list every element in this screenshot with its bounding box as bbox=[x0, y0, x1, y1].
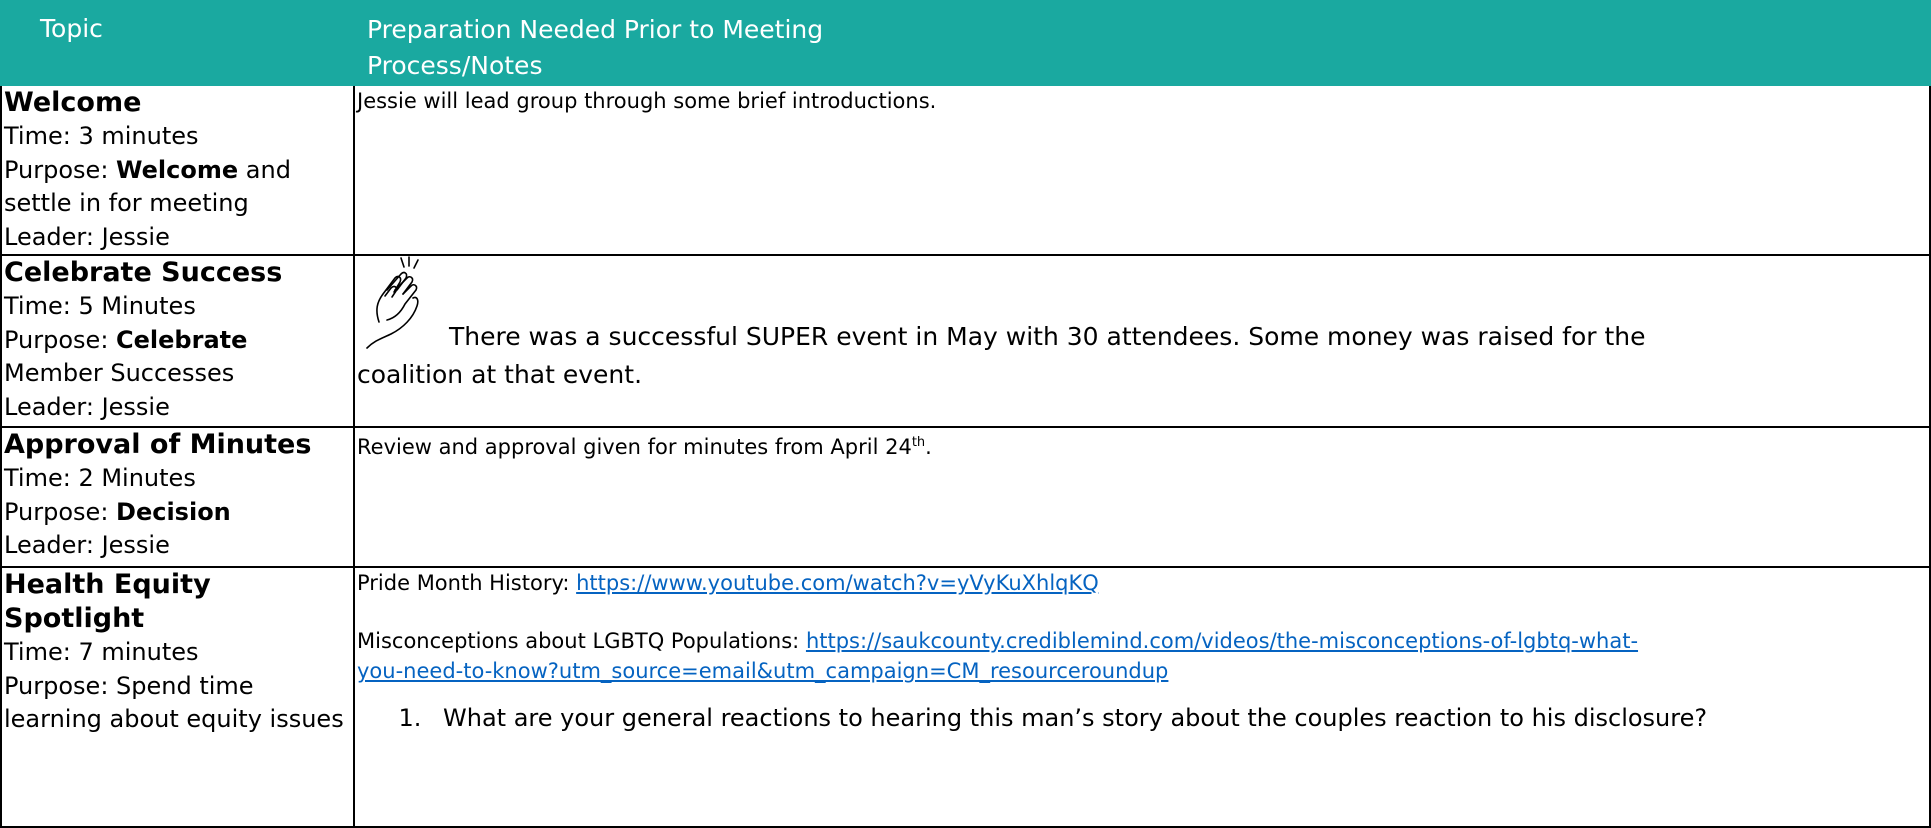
topic-leader: Leader: Jessie bbox=[4, 222, 170, 251]
preparation-header-line2: Process/Notes bbox=[367, 51, 543, 80]
topic-cell: Celebrate Success Time: 5 Minutes Purpos… bbox=[0, 254, 355, 428]
topic-leader: Leader: Jessie bbox=[4, 531, 170, 559]
preparation-header: Preparation Needed Prior to Meeting Proc… bbox=[353, 0, 1931, 86]
topic-cell: Welcome Time: 3 minutes Purpose: Welcome… bbox=[0, 84, 355, 256]
agenda-row-welcome: Welcome Time: 3 minutes Purpose: Welcome… bbox=[0, 84, 1931, 256]
topic-purpose: Purpose: Spend time learning about equit… bbox=[4, 671, 344, 734]
topic-purpose: Purpose: Decision bbox=[4, 497, 231, 526]
notes-text: Review and approval given for minutes fr… bbox=[357, 435, 932, 459]
notes-cell: There was a successful SUPER event in Ma… bbox=[353, 254, 1931, 428]
topic-title: Welcome bbox=[4, 87, 142, 118]
topic-time: Time: 3 minutes bbox=[4, 122, 199, 150]
topic-time: Time: 2 Minutes bbox=[4, 464, 196, 492]
notes-cell: Pride Month History: https://www.youtube… bbox=[353, 566, 1931, 828]
celebration-note-line1: There was a successful SUPER event in Ma… bbox=[449, 322, 1646, 351]
celebration-note: There was a successful SUPER event in Ma… bbox=[357, 256, 1929, 356]
agenda-row-health-equity: Health Equity Spotlight Time: 7 minutes … bbox=[0, 566, 1931, 828]
header-row: Topic Preparation Needed Prior to Meetin… bbox=[0, 0, 1931, 86]
notes-cell: Review and approval given for minutes fr… bbox=[353, 426, 1931, 568]
agenda-row-approval: Approval of Minutes Time: 2 Minutes Purp… bbox=[0, 426, 1931, 568]
topic-title: Health Equity Spotlight bbox=[4, 569, 211, 634]
topic-header: Topic bbox=[0, 0, 355, 86]
topic-title: Approval of Minutes bbox=[4, 429, 312, 460]
agenda-table: Topic Preparation Needed Prior to Meetin… bbox=[0, 0, 1931, 828]
clapping-hands-icon bbox=[361, 256, 449, 356]
agenda-row-celebrate: Celebrate Success Time: 5 Minutes Purpos… bbox=[0, 254, 1931, 428]
notes-cell: Jessie will lead group through some brie… bbox=[353, 84, 1931, 256]
question-item: What are your general reactions to heari… bbox=[429, 702, 1929, 734]
preparation-header-line1: Preparation Needed Prior to Meeting bbox=[367, 15, 824, 44]
topic-purpose: Purpose: Celebrate Member Successes bbox=[4, 325, 248, 388]
topic-purpose: Purpose: Welcome and settle in for meeti… bbox=[4, 155, 291, 218]
celebration-note-line2: coalition at that event. bbox=[357, 360, 643, 389]
topic-title: Celebrate Success bbox=[4, 257, 283, 288]
topic-time: Time: 5 Minutes bbox=[4, 292, 196, 320]
topic-cell: Health Equity Spotlight Time: 7 minutes … bbox=[0, 566, 355, 828]
pride-month-link[interactable]: https://www.youtube.com/watch?v=yVyKuXhl… bbox=[576, 571, 1099, 595]
discussion-questions: What are your general reactions to heari… bbox=[357, 702, 1929, 734]
misconceptions-line: Misconceptions about LGBTQ Populations: … bbox=[357, 629, 1639, 683]
notes-text: Jessie will lead group through some brie… bbox=[357, 89, 937, 113]
topic-time: Time: 7 minutes bbox=[4, 638, 199, 666]
topic-leader: Leader: Jessie bbox=[4, 392, 170, 421]
pride-month-line: Pride Month History: https://www.youtube… bbox=[357, 571, 1099, 595]
topic-cell: Approval of Minutes Time: 2 Minutes Purp… bbox=[0, 426, 355, 568]
